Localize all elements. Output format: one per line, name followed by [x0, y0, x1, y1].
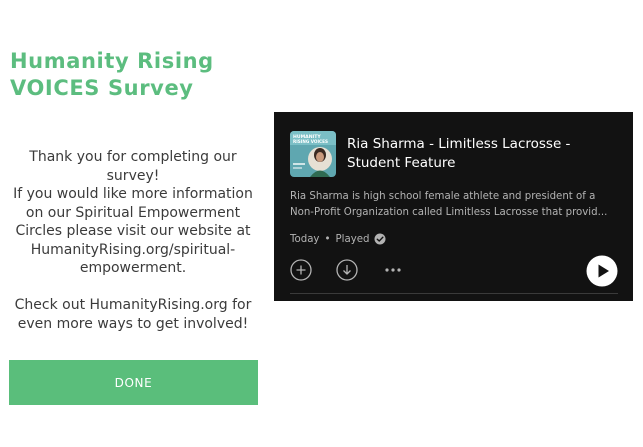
more-ways-message: Check out HumanityRising.org for even mo… [14, 297, 252, 332]
episode-description: Ria Sharma is high school female athlete… [290, 189, 620, 221]
add-icon[interactable] [290, 259, 312, 281]
play-icon[interactable] [586, 255, 618, 287]
played-status: Played [335, 233, 370, 245]
survey-title-line1: Humanity Rising [10, 49, 214, 73]
thank-you-message: Thank you for completing our survey! [29, 149, 237, 184]
episode-meta: Today • Played [290, 232, 386, 246]
embed-divider [290, 293, 618, 294]
download-icon[interactable] [336, 259, 358, 281]
info-message: If you would like more information on ou… [13, 186, 253, 276]
meta-separator: • [324, 233, 331, 245]
episode-description-text: Ria Sharma is high school female athlete… [290, 191, 608, 218]
survey-title-line2: VOICES Survey [10, 76, 194, 100]
more-icon[interactable] [382, 262, 404, 278]
survey-title: Humanity Rising VOICES Survey [10, 48, 270, 102]
episode-date: Today [290, 233, 320, 245]
check-icon [374, 233, 386, 245]
podcast-embed: HUMANITY RISING VOICES Ria Sharma - Limi… [274, 112, 633, 301]
episode-title[interactable]: Ria Sharma - Limitless Lacrosse - Studen… [347, 135, 597, 172]
episode-cover-image[interactable]: HUMANITY RISING VOICES [290, 131, 336, 177]
cover-text-line2: RISING VOICES [293, 139, 328, 144]
done-button[interactable]: DONE [9, 360, 258, 405]
